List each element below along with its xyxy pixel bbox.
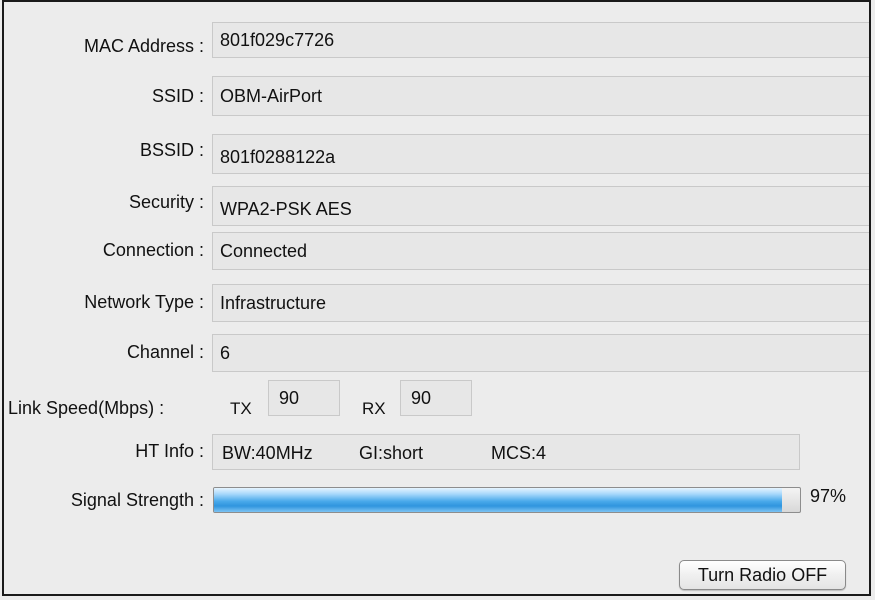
tx-speed-field: 90: [268, 380, 340, 416]
ht-info-field: BW:40MHz GI:short MCS:4: [212, 434, 800, 470]
ht-guard-interval: GI:short: [359, 443, 424, 463]
security-field: WPA2-PSK AES: [212, 186, 869, 226]
wireless-info-panel: MAC Address : 801f029c7726 SSID : OBM-Ai…: [2, 0, 871, 596]
turn-radio-off-button[interactable]: Turn Radio OFF: [679, 560, 846, 590]
channel-field: 6: [212, 334, 869, 372]
network-type-label: Network Type :: [84, 292, 204, 312]
link-speed-label: Link Speed(Mbps) :: [8, 398, 165, 418]
mac-address-label: MAC Address :: [83, 36, 204, 56]
signal-strength-percent: 97%: [810, 486, 847, 506]
ssid-label: SSID :: [151, 86, 204, 106]
tx-label: TX: [230, 399, 252, 418]
signal-strength-fill: [214, 488, 783, 512]
ht-bandwidth: BW:40MHz: [222, 443, 313, 463]
security-label: Security :: [128, 192, 204, 212]
signal-strength-label: Signal Strength :: [70, 490, 204, 510]
channel-label: Channel :: [126, 342, 204, 362]
connection-field: Connected: [212, 232, 869, 270]
signal-strength-bar: [213, 487, 801, 513]
bssid-label: BSSID :: [139, 140, 204, 160]
ssid-field: OBM-AirPort: [212, 76, 869, 116]
mac-address-field: 801f029c7726: [212, 22, 869, 58]
bssid-field: 801f0288122a: [212, 134, 869, 174]
network-type-field: Infrastructure: [212, 284, 869, 322]
connection-label: Connection :: [102, 240, 204, 260]
rx-label: RX: [362, 399, 386, 418]
rx-speed-field: 90: [400, 380, 472, 416]
ht-info-label: HT Info :: [135, 441, 204, 461]
ht-mcs: MCS:4: [491, 443, 547, 463]
